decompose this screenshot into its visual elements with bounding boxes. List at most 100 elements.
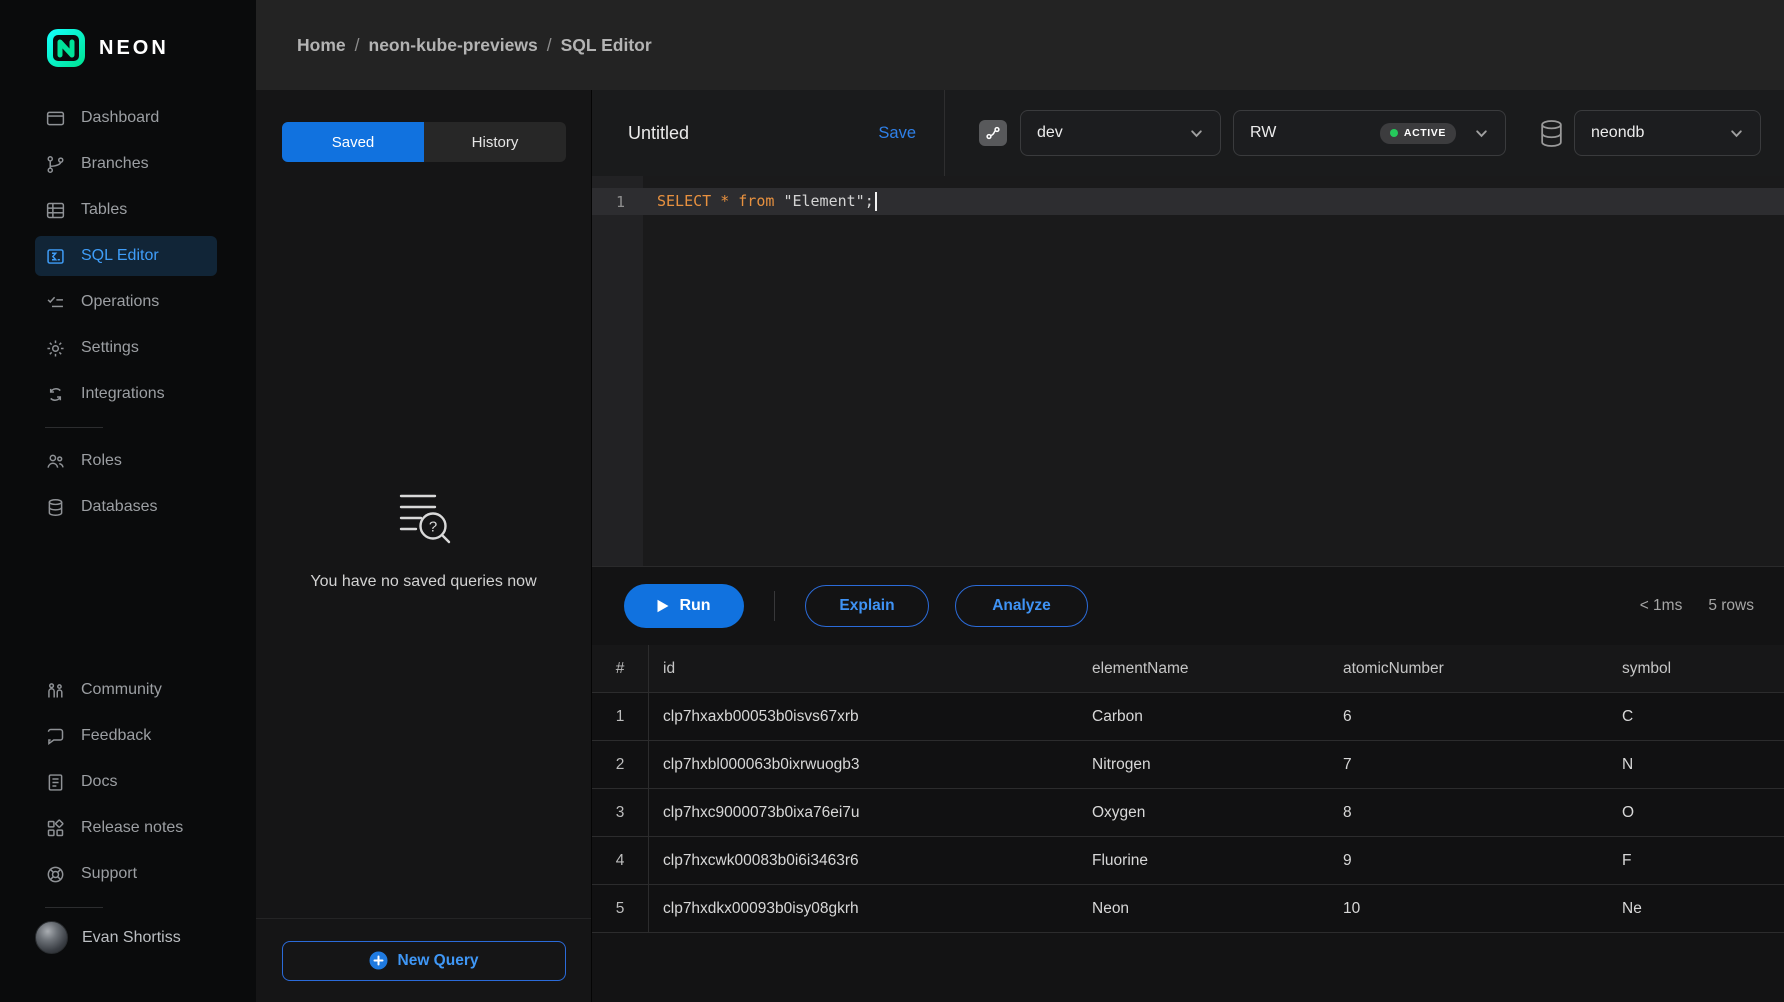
neon-wordmark: NEON (99, 37, 169, 60)
run-button[interactable]: Run (624, 584, 744, 628)
sidebar-item-label: SQL Editor (81, 247, 159, 265)
sql-terminal-icon (45, 246, 66, 267)
saved-queries-panel: Saved History ? You have no saved querie… (256, 90, 592, 1002)
avatar (35, 921, 68, 954)
cell-id: clp7hxc9000073b0ixa76ei7u (649, 804, 1078, 822)
cell-index: 3 (592, 789, 649, 836)
sidebar-item-roles[interactable]: Roles (35, 441, 217, 481)
cell-atomicNumber: 10 (1329, 900, 1608, 918)
cell-elementName: Nitrogen (1078, 756, 1329, 774)
results-table: # id elementName atomicNumber symbol 1 c… (592, 645, 1784, 933)
breadcrumb-home[interactable]: Home (297, 35, 346, 56)
analyze-button[interactable]: Analyze (955, 585, 1088, 627)
breadcrumb: Home / neon-kube-previews / SQL Editor (297, 35, 652, 56)
cell-index: 1 (592, 693, 649, 740)
compute-select[interactable]: RW ACTIVE (1233, 110, 1506, 156)
sql-editor-area: Untitled Save dev RW ACTIVE (592, 90, 1784, 1002)
branch-select[interactable]: dev (1020, 110, 1221, 156)
sidebar-item-label: Dashboard (81, 109, 159, 127)
cell-elementName: Oxygen (1078, 804, 1329, 822)
sidebar-item-tables[interactable]: Tables (35, 190, 217, 230)
new-query-button[interactable]: New Query (282, 941, 566, 981)
toolbar-separator (774, 591, 775, 621)
gear-icon (45, 338, 66, 359)
user-menu[interactable]: Evan Shortiss (35, 921, 256, 954)
results-toolbar: Run Explain Analyze < 1ms 5 rows (592, 566, 1784, 645)
topbar: Home / neon-kube-previews / SQL Editor (256, 0, 1784, 90)
branch-select-value: dev (1037, 124, 1063, 142)
speech-bubble-icon (45, 726, 66, 747)
active-dot-icon (1390, 129, 1398, 137)
sidebar-item-release-notes[interactable]: Release notes (35, 808, 217, 848)
sidebar-divider (45, 427, 103, 428)
play-icon (657, 599, 669, 613)
code-line-1: 1 SELECT * from "Element"; (592, 188, 1784, 215)
cell-id: clp7hxcwk00083b0i6i3463r6 (649, 852, 1078, 870)
row-count: 5 rows (1708, 597, 1754, 615)
database-select-value: neondb (1591, 124, 1644, 142)
query-title[interactable]: Untitled (628, 123, 689, 144)
queries-panel-footer: New Query (256, 918, 591, 1002)
cell-id: clp7hxaxb00053b0isvs67xrb (649, 708, 1078, 726)
breadcrumb-separator: / (547, 35, 552, 56)
branch-icon-button[interactable] (979, 120, 1007, 146)
column-header-elementName: elementName (1078, 660, 1329, 678)
sidebar-item-sql-editor[interactable]: SQL Editor (35, 236, 217, 276)
cell-index: 2 (592, 741, 649, 788)
neon-logo-icon (46, 28, 86, 68)
query-toolbar: Untitled Save dev RW ACTIVE (592, 90, 1784, 176)
sidebar-item-operations[interactable]: Operations (35, 282, 217, 322)
sidebar-item-docs[interactable]: Docs (35, 762, 217, 802)
sidebar-item-feedback[interactable]: Feedback (35, 716, 217, 756)
sidebar: NEON Dashboard Branches Tables SQL Edito… (0, 0, 256, 1002)
tab-history[interactable]: History (424, 122, 566, 162)
chevron-down-icon (1729, 126, 1744, 141)
empty-state-text: You have no saved queries now (256, 573, 591, 591)
save-link[interactable]: Save (878, 124, 916, 143)
query-title-section: Untitled Save (592, 90, 945, 176)
cell-atomicNumber: 9 (1329, 852, 1608, 870)
database-cylinder-icon (1539, 119, 1564, 148)
cell-atomicNumber: 8 (1329, 804, 1608, 822)
breadcrumb-project[interactable]: neon-kube-previews (369, 35, 538, 56)
query-duration: < 1ms (1640, 597, 1683, 615)
sql-identifier: "Element"; (783, 192, 873, 210)
sidebar-item-dashboard[interactable]: Dashboard (35, 98, 217, 138)
grid-icon (45, 818, 66, 839)
cell-symbol: C (1608, 708, 1784, 726)
queries-tab-toggle: Saved History (282, 122, 566, 162)
new-query-label: New Query (398, 952, 479, 970)
cell-index: 4 (592, 837, 649, 884)
code-editor[interactable]: 1 SELECT * from "Element"; (592, 176, 1784, 566)
table-row: 4 clp7hxcwk00083b0i6i3463r6 Fluorine 9 F (592, 837, 1784, 885)
explain-button[interactable]: Explain (805, 585, 929, 627)
no-saved-queries-icon: ? (389, 488, 459, 550)
connection-controls: dev RW ACTIVE (945, 90, 1784, 176)
database-select[interactable]: neondb (1574, 110, 1761, 156)
chevron-down-icon (1474, 126, 1489, 141)
sidebar-item-settings[interactable]: Settings (35, 328, 217, 368)
sql-operator: * (720, 192, 729, 210)
sql-keyword: from (738, 192, 774, 210)
breadcrumb-current-page: SQL Editor (561, 35, 652, 56)
sidebar-item-integrations[interactable]: Integrations (35, 374, 217, 414)
sidebar-item-label: Operations (81, 293, 159, 311)
git-branch-icon (45, 154, 66, 175)
status-badge: ACTIVE (1380, 123, 1456, 144)
table-icon (45, 200, 66, 221)
integration-arrows-icon (45, 384, 66, 405)
sidebar-item-support[interactable]: Support (35, 854, 217, 894)
sidebar-item-label: Support (81, 865, 137, 883)
line-number-gutter (592, 176, 643, 566)
text-cursor (875, 192, 877, 211)
cell-index: 5 (592, 885, 649, 932)
sidebar-item-community[interactable]: Community (35, 670, 217, 710)
neon-logo[interactable]: NEON (46, 28, 256, 68)
sidebar-item-label: Settings (81, 339, 139, 357)
tab-saved[interactable]: Saved (282, 122, 424, 162)
sidebar-item-branches[interactable]: Branches (35, 144, 217, 184)
cell-symbol: O (1608, 804, 1784, 822)
dashboard-icon (45, 108, 66, 129)
sidebar-item-databases[interactable]: Databases (35, 487, 217, 527)
user-name: Evan Shortiss (82, 929, 181, 947)
